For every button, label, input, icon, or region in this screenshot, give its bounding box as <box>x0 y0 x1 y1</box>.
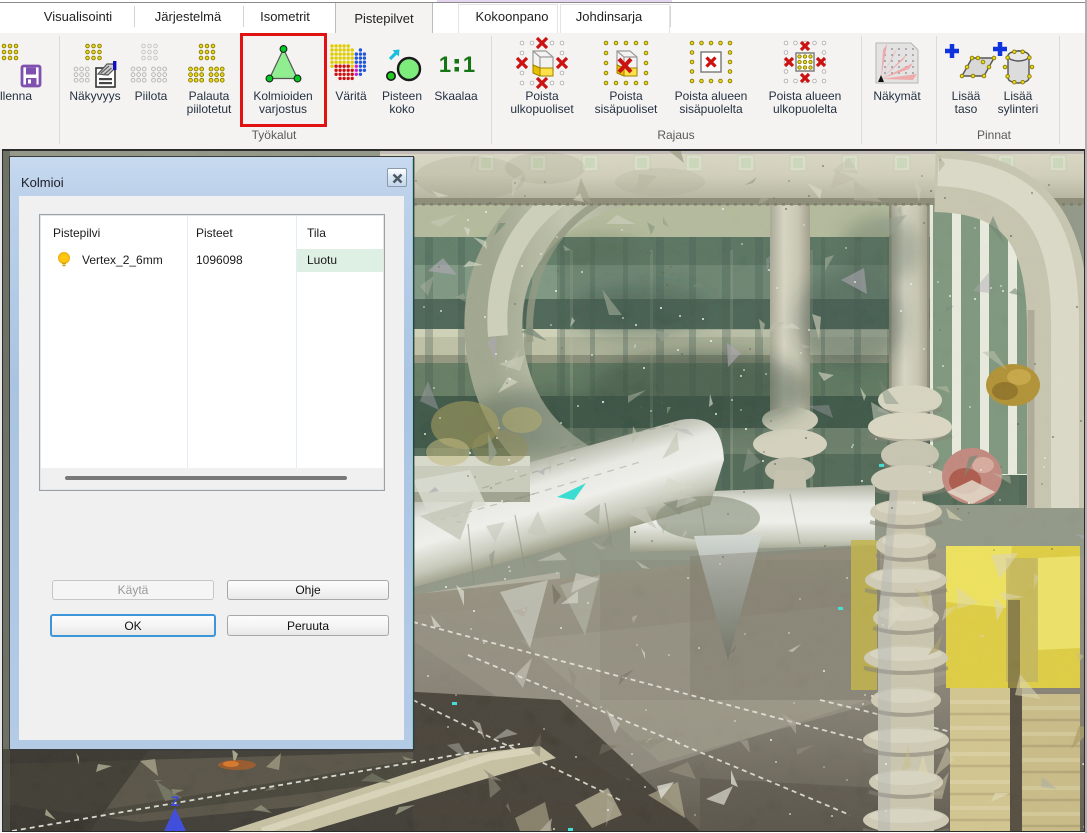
svg-text:1: 1 <box>463 52 475 77</box>
svg-text:1: 1 <box>439 52 451 77</box>
